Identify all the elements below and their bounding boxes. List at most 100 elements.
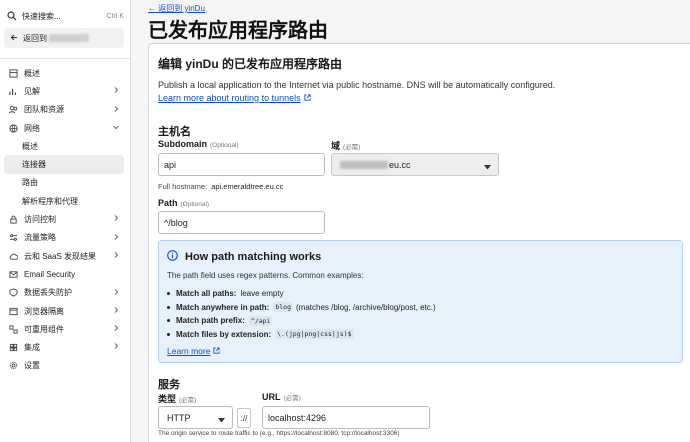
card-description: Publish a local application to the Inter… <box>158 80 556 90</box>
info-header: How path matching works <box>167 250 321 264</box>
sidebar-item-label: 流量策略 <box>24 233 56 243</box>
service-section-title: 服务 <box>158 379 180 391</box>
full-hostname-value: api.emeraldtree.eu.cc <box>211 182 284 191</box>
info-title: How path matching works <box>185 251 322 263</box>
path-optional: (Optional) <box>180 201 210 208</box>
sidebar-item-label: 连接器 <box>22 160 46 170</box>
sidebar-item[interactable]: 集成 <box>4 338 124 356</box>
external-link-icon <box>213 346 221 356</box>
sidebar-item-label: 集成 <box>24 343 40 353</box>
full-hostname-label: Full hostname: <box>158 182 208 191</box>
main-content: ← 返回到 yinDu 已发布应用程序路由 编辑 yinDu 的已发布应用程序路… <box>131 0 690 442</box>
example-code: ^/api <box>248 315 273 326</box>
caret-down-icon <box>218 415 225 425</box>
domain-label-text: 域 <box>331 141 341 151</box>
example-title: Match path prefix: <box>176 316 245 326</box>
learn-more-routing-label: Learn more about routing to tunnels <box>158 93 301 103</box>
type-label: 类型 (必需) <box>158 392 196 405</box>
example-title: Match anywhere in path: <box>176 302 270 312</box>
back-link[interactable]: ← 返回到 yinDu <box>148 3 205 14</box>
cloud-icon <box>8 251 18 261</box>
domain-select[interactable]: eu.cc <box>331 153 499 176</box>
info-learn-more-link[interactable]: Learn more <box>167 346 221 356</box>
sidebar-item[interactable]: 团队和资源 <box>4 101 124 119</box>
sidebar-item-label: 设置 <box>24 361 40 371</box>
traffic-icon <box>8 233 18 243</box>
sidebar-item-label: 浏览器隔离 <box>24 306 64 316</box>
sidebar-item[interactable]: 解析程序和代理 <box>4 192 124 210</box>
sidebar-item-label: 网络 <box>24 123 40 133</box>
subdomain-label: Subdomain (Optional) <box>158 139 239 149</box>
sidebar-item[interactable]: 浏览器隔离 <box>4 302 124 320</box>
back-label: 返回到 <box>23 33 47 43</box>
sidebar-item[interactable]: 云和 SaaS 发现结果 <box>4 247 124 265</box>
example-title: Match all paths: <box>176 289 237 299</box>
bullet <box>167 319 170 323</box>
integrations-icon <box>8 343 18 353</box>
subdomain-value: api <box>164 159 177 170</box>
sidebar-item[interactable]: 连接器 <box>4 155 124 174</box>
chevron-right-icon <box>112 288 120 298</box>
sidebar-item[interactable]: 访问控制 <box>4 210 124 228</box>
redacted-domain <box>340 160 388 169</box>
sidebar-item[interactable]: 网络 <box>4 119 124 137</box>
settings-icon <box>8 361 18 371</box>
access-icon <box>8 215 18 225</box>
sidebar-item[interactable]: 设置 <box>4 357 124 375</box>
email-icon <box>8 269 18 279</box>
service-url-value: localhost:4296 <box>268 412 327 423</box>
overview-icon <box>8 68 18 78</box>
info-icon <box>167 250 178 264</box>
bullet <box>167 332 170 336</box>
sidebar: 快速搜索... Ctrl K 返回到 概述 见解 团队和资源 网络 概述 连接器 路由 解析程… <box>0 0 131 442</box>
subdomain-optional: (Optional) <box>210 142 239 149</box>
learn-more-routing-link[interactable]: Learn more about routing to tunnels <box>158 93 311 103</box>
service-type-select[interactable]: HTTP <box>158 406 233 429</box>
chevron-right-icon <box>112 233 120 243</box>
scheme-separator: :// <box>237 408 251 428</box>
url-label-text: URL <box>262 392 281 402</box>
browser-icon <box>8 306 18 316</box>
components-icon <box>8 324 18 334</box>
sidebar-item[interactable]: 流量策略 <box>4 229 124 247</box>
chevron-right-icon <box>112 214 120 224</box>
search-icon <box>6 10 18 22</box>
example-text: leave empty <box>240 289 284 299</box>
path-input[interactable]: ^/blog <box>158 211 325 234</box>
domain-value: eu.cc <box>389 159 411 170</box>
redacted-account-name <box>49 34 89 42</box>
sidebar-item[interactable]: 数据丢失防护 <box>4 284 124 302</box>
info-example-item: Match path prefix: ^/api <box>167 314 436 328</box>
url-label: URL (必需) <box>262 392 301 402</box>
info-example-item: Match all paths: leave empty <box>167 287 436 301</box>
sidebar-item-label: 见解 <box>24 86 40 96</box>
service-url-input[interactable]: localhost:4296 <box>262 406 430 429</box>
sidebar-item-label: 团队和资源 <box>24 105 64 115</box>
path-label-text: Path <box>158 198 178 208</box>
sidebar-item[interactable]: Email Security <box>4 265 124 283</box>
search-shortcut: Ctrl K <box>106 12 125 20</box>
url-hint: The origin service to route traffic to (… <box>158 430 400 437</box>
sidebar-item-label: 解析程序和代理 <box>22 196 78 206</box>
info-learn-more-label: Learn more <box>167 346 211 356</box>
quick-search[interactable]: 快速搜索... Ctrl K <box>6 8 124 24</box>
back-to-account-button[interactable]: 返回到 <box>4 28 124 48</box>
sidebar-item[interactable]: 路由 <box>4 174 124 192</box>
route-form-card: 编辑 yinDu 的已发布应用程序路由 Publish a local appl… <box>148 43 690 442</box>
sidebar-item-label: Email Security <box>24 269 76 279</box>
info-example-item: Match anywhere in path: blog (matches /blo… <box>167 301 436 315</box>
info-examples-list: Match all paths: leave empty Match anywher… <box>167 287 436 341</box>
team-icon <box>8 105 18 115</box>
type-label-text: 类型 <box>158 394 177 404</box>
sidebar-item[interactable]: 可重用组件 <box>4 320 124 338</box>
sidebar-item[interactable]: 概述 <box>4 64 124 82</box>
chevron-right-icon <box>112 86 120 96</box>
sidebar-item[interactable]: 概述 <box>4 137 124 155</box>
bullet <box>167 305 170 309</box>
chevron-right-icon <box>112 306 120 316</box>
sidebar-item[interactable]: 见解 <box>4 82 124 100</box>
sidebar-divider <box>0 58 131 59</box>
sidebar-item-label: 可重用组件 <box>24 324 64 334</box>
subdomain-input[interactable]: api <box>158 153 325 176</box>
path-matching-info-box: How path matching works The path field u… <box>158 240 683 363</box>
